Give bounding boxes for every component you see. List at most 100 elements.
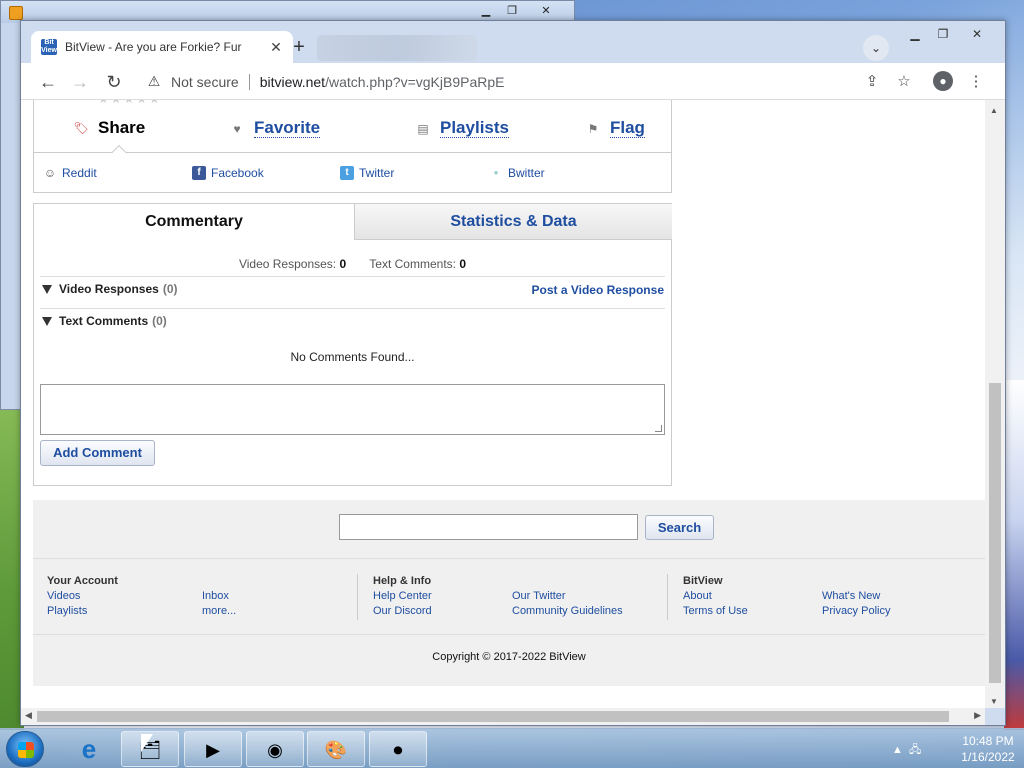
facebook-label: Facebook [211, 166, 264, 180]
divider [40, 308, 665, 309]
url-path: /watch.php?v=vgKjB9PaRpE [325, 73, 505, 90]
help-center-link[interactable]: Help Center [373, 590, 432, 602]
tab-close-icon[interactable]: ✕ [269, 39, 283, 56]
menu-kebab-icon[interactable]: ⋮ [965, 71, 987, 93]
inbox-link[interactable]: Inbox [202, 590, 229, 602]
scroll-left-icon[interactable]: ◀ [25, 710, 32, 721]
media-player-icon[interactable]: ▶ [184, 731, 242, 767]
footer-column-divider [667, 574, 668, 620]
text-comments-count: (0) [152, 314, 167, 328]
address-bar[interactable]: ⚠ Not secure bitview.net/watch.php?v=vgK… [131, 67, 911, 96]
profile-icon[interactable]: ● [933, 71, 955, 93]
warning-icon[interactable]: ⚠ [145, 73, 163, 90]
scrollbar-thumb[interactable] [989, 383, 1001, 683]
videos-link[interactable]: Videos [47, 590, 80, 602]
twitter-label: Twitter [359, 166, 395, 180]
video-responses-toggle[interactable]: Video Responses (0) [42, 282, 178, 296]
collapse-triangle-icon [42, 316, 52, 326]
terms-link[interactable]: Terms of Use [683, 605, 748, 617]
playlists-label: Playlists [440, 118, 509, 138]
tray-icons[interactable]: ▲ 🖧 [892, 741, 921, 760]
resize-grip-icon[interactable] [655, 425, 662, 432]
url-text[interactable]: bitview.net/watch.php?v=vgKjB9PaRpE [260, 74, 505, 90]
close-icon[interactable]: ✕ [963, 25, 991, 43]
comment-textarea[interactable] [40, 384, 665, 435]
help-info-heading: Help & Info [373, 575, 432, 587]
privacy-link[interactable]: Privacy Policy [822, 605, 890, 617]
reload-icon[interactable]: ↻ [103, 71, 125, 93]
internet-explorer-icon[interactable]: e [60, 731, 118, 767]
url-host: bitview.net [259, 73, 326, 90]
add-comment-button[interactable]: Add Comment [40, 440, 155, 466]
taskbar: e 🗂 ▶ ◉ 🎨 ⏺ ▲ 🖧 10:48 PM 1/16/2022 [0, 728, 1024, 768]
flag-action[interactable]: ⚑ Flag [582, 119, 645, 138]
reddit-label: Reddit [62, 166, 97, 180]
footer-search-button[interactable]: Search [645, 515, 714, 540]
about-link[interactable]: About [683, 590, 712, 602]
scroll-down-icon[interactable]: ▼ [990, 697, 998, 706]
bookmark-star-icon[interactable]: ☆ [893, 71, 915, 93]
community-guidelines-link[interactable]: Community Guidelines [512, 605, 623, 617]
close-icon[interactable]: ✕ [533, 4, 559, 20]
playlists-action[interactable]: ▤ Playlists [412, 119, 509, 138]
heart-icon: ♥ [233, 121, 241, 136]
paint-icon[interactable]: 🎨 [307, 731, 365, 767]
horizontal-scrollbar[interactable]: ◀ ▶ [21, 708, 985, 725]
facebook-link[interactable]: f Facebook [192, 166, 264, 180]
text-comments-count-label: Text Comments: [369, 257, 456, 271]
our-discord-link[interactable]: Our Discord [373, 605, 432, 617]
bwitter-icon: ● [493, 168, 499, 177]
omnibox-divider [248, 73, 250, 90]
bwitter-link[interactable]: ● Bwitter [489, 166, 545, 180]
browser-window: Bit View BitView - Are you are Forkie? Fu… [20, 20, 1006, 726]
twitter-link[interactable]: t Twitter [340, 166, 394, 180]
tab-commentary[interactable]: Commentary [34, 204, 354, 240]
horizontal-scrollbar-thumb[interactable] [37, 711, 949, 722]
reddit-link[interactable]: ☺ Reddit [43, 166, 97, 180]
video-responses-count-label: Video Responses: [238, 257, 337, 271]
bitview-heading: BitView [683, 575, 723, 587]
windows-logo-icon [18, 742, 34, 758]
chrome-icon[interactable]: ◉ [246, 731, 304, 767]
tab-title: BitView - Are you are Forkie? Fur [65, 40, 242, 54]
blurred-tab[interactable] [317, 35, 477, 61]
clock[interactable]: 10:48 PM 1/16/2022 [958, 733, 1018, 765]
scroll-right-icon[interactable]: ▶ [974, 710, 981, 721]
whats-new-link[interactable]: What's New [822, 590, 880, 602]
video-actions-box: ★★★★★ 🏷 Share ♥ Favorite ▤ Playlists ⚑ F… [33, 100, 672, 193]
new-tab-button[interactable]: + [287, 36, 311, 60]
share-label: Share [98, 118, 146, 137]
our-twitter-link[interactable]: Our Twitter [512, 590, 566, 602]
favorite-action[interactable]: ♥ Favorite [226, 119, 321, 138]
minimize-icon[interactable]: ▁ [473, 4, 499, 20]
restore-icon[interactable]: ❐ [929, 25, 957, 43]
tab-search-icon[interactable]: ⌄ [863, 35, 889, 61]
share-caret [111, 144, 127, 160]
more-link[interactable]: more... [202, 605, 236, 617]
commentary-panel: Commentary Statistics & Data Video Respo… [33, 203, 672, 486]
clock-time: 10:48 PM [962, 734, 1014, 748]
vertical-scrollbar[interactable]: ▲ ▼ [985, 100, 1005, 708]
browser-tab[interactable]: Bit View BitView - Are you are Forkie? Fu… [31, 31, 293, 63]
flag-icon: ⚑ [587, 121, 599, 136]
footer-search-input[interactable] [339, 514, 638, 540]
playlists-link[interactable]: Playlists [47, 605, 87, 617]
clock-date: 1/16/2022 [961, 750, 1015, 764]
video-responses-count-value: 0 [339, 257, 347, 271]
post-video-response-link[interactable]: Post a Video Response [532, 283, 665, 297]
scroll-up-icon[interactable]: ▲ [990, 106, 998, 115]
text-comments-title: Text Comments [59, 314, 149, 328]
share-page-icon[interactable]: ⇪ [861, 71, 883, 93]
copyright-text: Copyright © 2017-2022 BitView [432, 651, 586, 663]
browser-toolbar: ← → ↻ ⚠ Not secure bitview.net/watch.php… [21, 63, 1005, 100]
restore-icon[interactable]: ❐ [499, 4, 525, 20]
start-button[interactable] [6, 731, 44, 767]
recorder-icon[interactable]: ⏺ [369, 731, 427, 767]
share-action[interactable]: 🏷 Share [70, 119, 145, 137]
forward-arrow-icon[interactable]: → [69, 71, 91, 93]
not-secure-label[interactable]: Not secure [171, 74, 239, 90]
text-comments-toggle[interactable]: Text Comments (0) [42, 314, 167, 328]
back-arrow-icon[interactable]: ← [37, 71, 59, 93]
tab-statistics[interactable]: Statistics & Data [354, 204, 672, 240]
minimize-icon[interactable]: ▁ [901, 25, 929, 43]
